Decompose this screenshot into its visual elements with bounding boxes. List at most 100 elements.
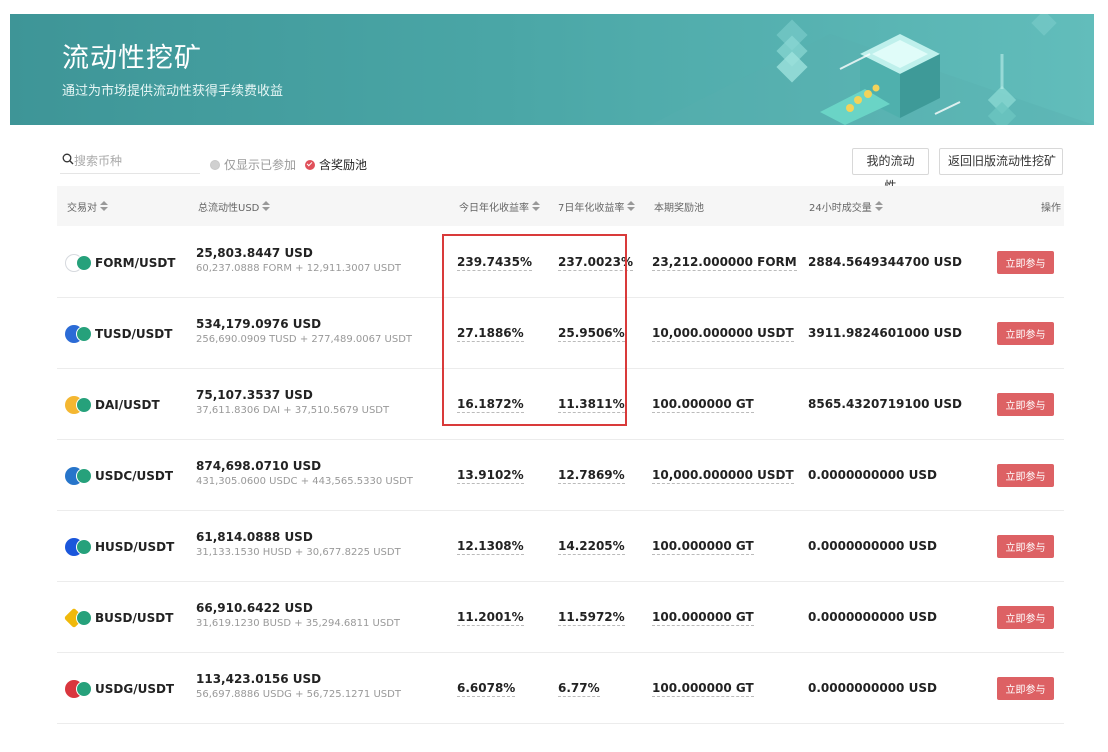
today-apy: 12.1308% xyxy=(457,539,524,555)
header-week-apy-label: 7日年化收益率 xyxy=(558,203,625,214)
volume-24h: 0.0000000000 USD xyxy=(808,539,937,553)
liquidity-detail: 31,133.1530 HUSD + 30,677.8225 USDT xyxy=(196,547,401,558)
header-week-apy[interactable]: 7日年化收益率 xyxy=(558,199,636,214)
table-row: DAI/USDT 75,107.3537 USD 37,611.8306 DAI… xyxy=(57,369,1064,440)
week-apy: 11.3811% xyxy=(558,397,625,413)
header-today-apy[interactable]: 今日年化收益率 xyxy=(459,199,540,214)
liquidity-usd: 25,803.8447 USD xyxy=(196,246,313,260)
liquidity-usd: 874,698.0710 USD xyxy=(196,459,322,473)
filter-toolbar: 仅显示已参加 含奖励池 我的流动性 返回旧版流动性挖矿 xyxy=(60,148,1064,193)
old-version-button[interactable]: 返回旧版流动性挖矿 xyxy=(939,148,1063,175)
header-pair-label: 交易对 xyxy=(67,203,97,214)
join-button[interactable]: 立即参与 xyxy=(997,606,1054,629)
liquidity-cell: 25,803.8447 USD 60,237.0888 FORM + 12,91… xyxy=(196,246,401,274)
today-apy: 239.7435% xyxy=(457,255,533,271)
pair-name: BUSD/USDT xyxy=(95,611,174,625)
liquidity-usd: 75,107.3537 USD xyxy=(196,388,313,402)
sort-icon xyxy=(627,201,636,212)
filter-reward-toggle[interactable]: 含奖励池 xyxy=(305,156,367,173)
reward-pool: 100.000000 GT xyxy=(652,681,754,697)
join-button[interactable]: 立即参与 xyxy=(997,464,1054,487)
today-apy: 11.2001% xyxy=(457,610,524,626)
liquidity-detail: 56,697.8886 USDG + 56,725.1271 USDT xyxy=(196,689,401,700)
liquidity-detail: 256,690.0909 TUSD + 277,489.0067 USDT xyxy=(196,334,413,345)
header-total-liquidity[interactable]: 总流动性USD xyxy=(198,199,271,214)
pair-cell[interactable]: BUSD/USDT xyxy=(63,607,174,629)
header-volume-24h-label: 24小时成交量 xyxy=(809,203,872,214)
coin-pair-icon xyxy=(65,680,94,698)
today-apy: 16.1872% xyxy=(457,397,524,413)
header-reward-pool: 本期奖励池 xyxy=(654,199,704,214)
pair-cell[interactable]: HUSD/USDT xyxy=(65,538,174,556)
checked-radio-icon xyxy=(305,159,315,170)
hero-banner: 流动性挖矿 通过为市场提供流动性获得手续费收益 xyxy=(10,14,1094,125)
today-apy: 6.6078% xyxy=(457,681,516,697)
coin-pair-icon xyxy=(63,607,94,629)
week-apy: 6.77% xyxy=(558,681,600,697)
join-button[interactable]: 立即参与 xyxy=(997,535,1054,558)
reward-pool: 10,000.000000 USDT xyxy=(652,468,794,484)
volume-24h: 3911.9824601000 USD xyxy=(808,326,962,340)
coin-pair-icon xyxy=(65,254,94,272)
filter-joined-label: 仅显示已参加 xyxy=(224,158,297,172)
table-header: 交易对 总流动性USD 今日年化收益率 7日年化收益率 本期奖励池 24小时成交… xyxy=(57,186,1064,226)
pair-cell[interactable]: TUSD/USDT xyxy=(65,325,172,343)
today-apy: 13.9102% xyxy=(457,468,524,484)
liquidity-detail: 60,237.0888 FORM + 12,911.3007 USDT xyxy=(196,263,402,274)
week-apy: 11.5972% xyxy=(558,610,625,626)
pair-name: USDC/USDT xyxy=(95,469,174,483)
pair-name: FORM/USDT xyxy=(95,256,176,270)
usdt-coin-icon xyxy=(76,681,92,697)
pair-name: USDG/USDT xyxy=(95,682,175,696)
liquidity-detail: 37,611.8306 DAI + 37,510.5679 USDT xyxy=(196,405,390,416)
pair-name: HUSD/USDT xyxy=(95,540,175,554)
pair-cell[interactable]: DAI/USDT xyxy=(65,396,160,414)
liquidity-usd: 113,423.0156 USD xyxy=(196,672,322,686)
my-liquidity-button[interactable]: 我的流动性 xyxy=(852,148,929,193)
week-apy: 237.0023% xyxy=(558,255,634,271)
header-reward-pool-label: 本期奖励池 xyxy=(654,203,704,214)
join-button[interactable]: 立即参与 xyxy=(997,393,1054,416)
usdt-coin-icon xyxy=(76,610,92,626)
reward-pool: 100.000000 GT xyxy=(652,397,754,413)
filter-joined-toggle[interactable]: 仅显示已参加 xyxy=(210,156,296,173)
pair-cell[interactable]: FORM/USDT xyxy=(65,254,176,272)
page-subtitle: 通过为市场提供流动性获得手续费收益 xyxy=(62,84,284,99)
volume-24h: 0.0000000000 USD xyxy=(808,681,937,695)
filter-reward-label: 含奖励池 xyxy=(319,158,368,172)
header-action-label: 操作 xyxy=(1041,203,1061,214)
reward-pool: 100.000000 GT xyxy=(652,610,754,626)
liquidity-cell: 874,698.0710 USD 431,305.0600 USDC + 443… xyxy=(196,459,413,487)
liquidity-cell: 75,107.3537 USD 37,611.8306 DAI + 37,510… xyxy=(196,388,389,416)
pair-cell[interactable]: USDG/USDT xyxy=(65,680,174,698)
coin-pair-icon xyxy=(65,467,94,485)
table-row: FORM/USDT 25,803.8447 USD 60,237.0888 FO… xyxy=(57,227,1064,298)
usdt-coin-icon xyxy=(76,255,92,271)
liquidity-cell: 534,179.0976 USD 256,690.0909 TUSD + 277… xyxy=(196,317,412,345)
liquidity-usd: 61,814.0888 USD xyxy=(196,530,313,544)
header-pair[interactable]: 交易对 xyxy=(67,199,108,214)
week-apy: 14.2205% xyxy=(558,539,625,555)
coin-pair-icon xyxy=(65,396,94,414)
search-input[interactable] xyxy=(74,152,194,170)
header-volume-24h[interactable]: 24小时成交量 xyxy=(809,199,883,214)
usdt-coin-icon xyxy=(76,539,92,555)
table-row: BUSD/USDT 66,910.6422 USD 31,619.1230 BU… xyxy=(57,582,1064,653)
join-button[interactable]: 立即参与 xyxy=(997,322,1054,345)
liquidity-usd: 66,910.6422 USD xyxy=(196,601,313,615)
sort-icon xyxy=(100,201,108,212)
join-button[interactable]: 立即参与 xyxy=(997,677,1054,700)
usdt-coin-icon xyxy=(76,397,92,413)
reward-pool: 23,212.000000 FORM xyxy=(652,255,797,271)
coin-pair-icon xyxy=(65,538,94,556)
header-total-liquidity-label: 总流动性USD xyxy=(198,203,260,214)
liquidity-detail: 31,619.1230 BUSD + 35,294.6811 USDT xyxy=(196,618,401,629)
week-apy: 25.9506% xyxy=(558,326,625,342)
unchecked-radio-icon xyxy=(210,159,220,170)
today-apy: 27.1886% xyxy=(457,326,524,342)
pair-cell[interactable]: USDC/USDT xyxy=(65,467,173,485)
sort-icon xyxy=(532,201,540,212)
join-button[interactable]: 立即参与 xyxy=(997,251,1054,274)
reward-pool: 100.000000 GT xyxy=(652,539,754,555)
pair-name: DAI/USDT xyxy=(95,398,160,412)
